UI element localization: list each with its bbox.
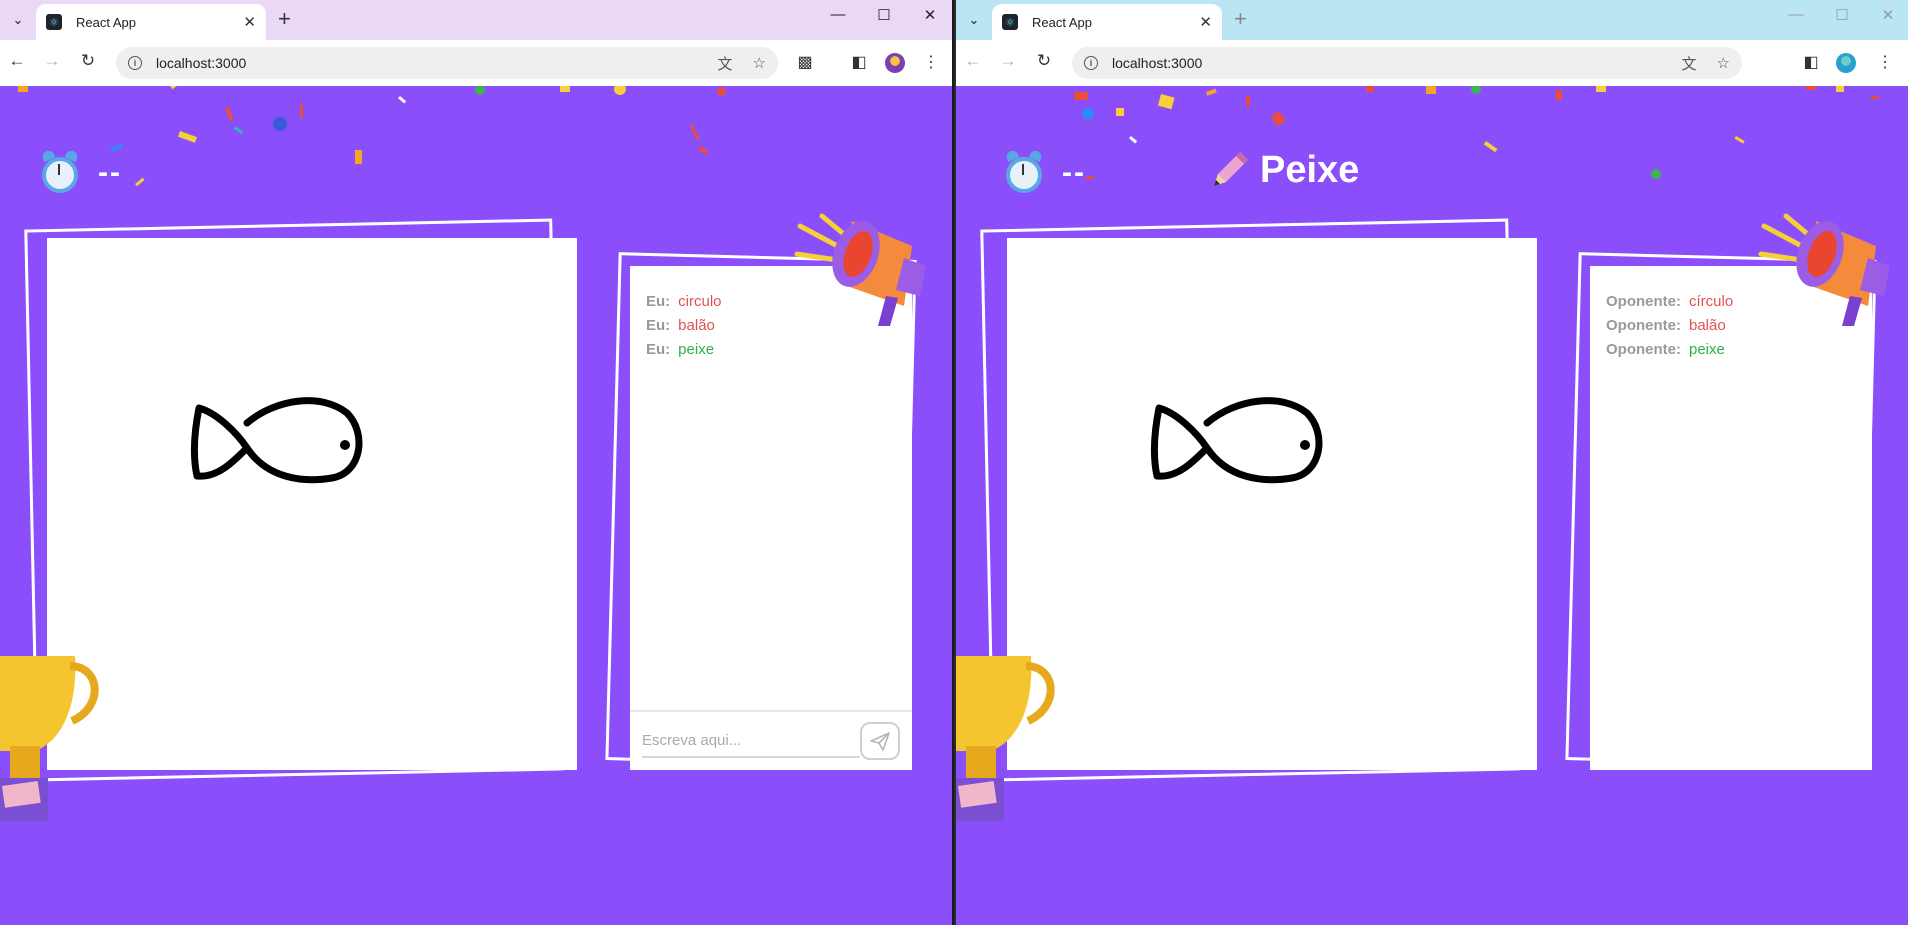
side-panel-icon[interactable]: ◧ (848, 52, 870, 72)
timer-value: -- (98, 156, 122, 189)
chat-messages: Eu: circulo Eu: balão Eu: peixe (646, 290, 722, 362)
minimize-button[interactable]: — (818, 6, 858, 23)
message-text: balão (1689, 317, 1726, 334)
close-window-button[interactable]: ✕ (1868, 6, 1908, 24)
title-bar: ⌄ ⚛ React App ✕ + — ☐ ✕ (956, 0, 1908, 40)
address-bar[interactable]: i localhost:3000 文 ☆ (1072, 47, 1742, 79)
word-text: Peixe (1260, 148, 1360, 191)
message-text: peixe (1689, 341, 1725, 358)
round-timer: -- (1004, 148, 1086, 195)
translate-icon[interactable]: 文 (1682, 53, 1697, 74)
tab-search-button[interactable]: ⌄ (962, 9, 986, 31)
more-icon[interactable]: ⋮ (920, 52, 942, 72)
round-timer: -- (40, 148, 122, 195)
message-author: Oponente: (1606, 293, 1681, 310)
profile-avatar[interactable] (1836, 53, 1856, 73)
chat-panel: Oponente: círculo Oponente: balão Oponente… (1590, 266, 1872, 770)
title-bar: ⌄ ⚛ React App ✕ + — ☐ ✕ (0, 0, 952, 40)
reload-button[interactable]: ↻ (76, 51, 100, 71)
game-page: -- Eu: circulo Eu: balão Eu: peixe (0, 86, 952, 925)
star-icon[interactable]: ☆ (753, 54, 766, 72)
game-page: -- Peixe Oponente: círculo Oponente: bal… (956, 86, 1908, 925)
tab-close-icon[interactable]: ✕ (243, 13, 256, 31)
close-window-button[interactable]: ✕ (910, 6, 950, 24)
forward-button[interactable]: → (996, 51, 1020, 71)
url-text: localhost:3000 (1112, 55, 1203, 71)
trophy-icon (0, 656, 99, 821)
chat-panel: Eu: circulo Eu: balão Eu: peixe (630, 266, 912, 770)
alarm-clock-icon (1004, 148, 1044, 195)
send-button[interactable] (860, 722, 900, 760)
tab-search-button[interactable]: ⌄ (6, 9, 30, 31)
browser-window-left: ⌄ ⚛ React App ✕ + — ☐ ✕ ← → ↻ i localhos… (0, 0, 954, 925)
message-text: balão (678, 317, 715, 334)
chat-input[interactable] (642, 724, 860, 758)
message-author: Oponente: (1606, 341, 1681, 358)
message-author: Eu: (646, 293, 671, 310)
trophy-icon (956, 656, 1055, 821)
chat-message: Eu: balão (646, 314, 722, 338)
message-author: Eu: (646, 341, 671, 358)
message-text: círculo (1689, 293, 1734, 310)
reload-button[interactable]: ↻ (1032, 51, 1056, 71)
browser-toolbar: ← → ↻ i localhost:3000 文 ☆ ▩ ◧ ⋮ (0, 40, 952, 86)
back-button[interactable]: ← (961, 51, 985, 71)
url-text: localhost:3000 (156, 55, 247, 71)
browser-tab[interactable]: ⚛ React App ✕ (36, 4, 266, 40)
address-bar[interactable]: i localhost:3000 文 ☆ (116, 47, 778, 79)
fish-drawing (1150, 397, 1323, 484)
send-icon (870, 732, 890, 751)
chat-input-row (630, 710, 912, 770)
browser-toolbar: ← → ↻ i localhost:3000 文 ☆ ◧ ⋮ (956, 40, 1908, 86)
back-button[interactable]: ← (5, 51, 29, 71)
megaphone-icon (1758, 213, 1890, 326)
minimize-button[interactable]: — (1776, 6, 1816, 23)
star-icon[interactable]: ☆ (1717, 54, 1730, 72)
drawing-canvas[interactable] (47, 238, 577, 770)
confetti-decoration (18, 86, 727, 187)
extensions-icon[interactable]: ▩ (794, 52, 816, 72)
message-text: peixe (678, 341, 715, 358)
chat-message: Eu: circulo (646, 290, 722, 314)
alarm-clock-icon (40, 148, 80, 195)
tab-title: React App (1032, 14, 1092, 30)
chat-messages: Oponente: círculo Oponente: balão Oponente… (1606, 290, 1733, 362)
timer-value: -- (1062, 156, 1086, 189)
drawing-canvas (1007, 238, 1537, 770)
pencil-icon (1214, 152, 1248, 186)
chat-message: Oponente: balão (1606, 314, 1733, 338)
profile-avatar[interactable] (885, 53, 905, 73)
site-info-icon[interactable]: i (1084, 56, 1098, 70)
maximize-button[interactable]: ☐ (1822, 6, 1862, 24)
forward-button[interactable]: → (40, 51, 64, 71)
message-author: Oponente: (1606, 317, 1681, 334)
more-icon[interactable]: ⋮ (1874, 52, 1896, 72)
side-panel-icon[interactable]: ◧ (1800, 52, 1822, 72)
secret-word: Peixe (1206, 148, 1359, 192)
message-text: circulo (678, 293, 722, 310)
tab-title: React App (76, 14, 136, 30)
maximize-button[interactable]: ☐ (864, 6, 904, 24)
new-tab-button[interactable]: + (1234, 8, 1247, 30)
chat-message: Oponente: peixe (1606, 338, 1733, 362)
chat-message: Eu: peixe (646, 338, 722, 362)
tab-close-icon[interactable]: ✕ (1199, 13, 1212, 31)
react-favicon: ⚛ (1002, 14, 1018, 30)
browser-window-right: ⌄ ⚛ React App ✕ + — ☐ ✕ ← → ↻ i localhos… (956, 0, 1908, 925)
translate-icon[interactable]: 文 (718, 53, 733, 74)
browser-tab[interactable]: ⚛ React App ✕ (992, 4, 1222, 40)
megaphone-icon (794, 213, 926, 326)
new-tab-button[interactable]: + (278, 8, 291, 30)
react-favicon: ⚛ (46, 14, 62, 30)
fish-drawing (190, 397, 363, 484)
site-info-icon[interactable]: i (128, 56, 142, 70)
message-author: Eu: (646, 317, 671, 334)
chat-message: Oponente: círculo (1606, 290, 1733, 314)
